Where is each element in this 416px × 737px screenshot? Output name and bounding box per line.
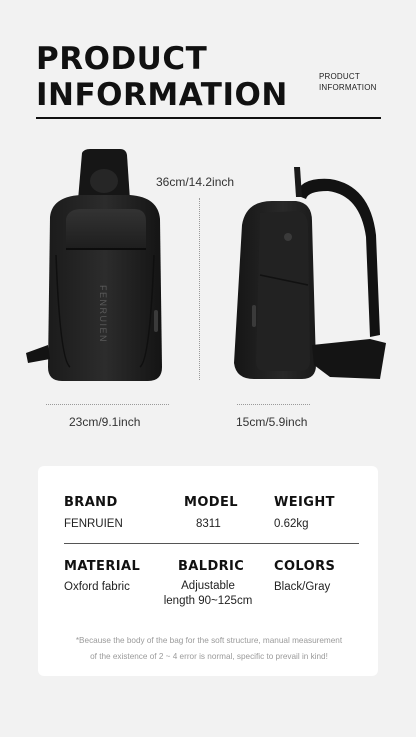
weight-value: 0.62kg [274, 518, 309, 530]
material-label: MATERIAL [64, 559, 141, 574]
weight-label: WEIGHT [274, 495, 335, 510]
svg-text:FENRUIEN: FENRUIEN [98, 285, 108, 343]
header-divider [36, 117, 381, 119]
model-value: 8311 [196, 518, 221, 530]
brand-label: BRAND [64, 495, 118, 510]
colors-value: Black/Gray [274, 581, 331, 593]
baldric-value-line-1: Adjustable [181, 580, 235, 592]
page-subtitle: PRODUCT INFORMATION [319, 72, 377, 94]
title-line-1: PRODUCT [36, 41, 208, 77]
height-dimension-line [199, 198, 200, 380]
width-dimension-line [46, 404, 169, 405]
baldric-label: BALDRIC [178, 559, 245, 574]
measurement-note: *Because the body of the bag for the sof… [56, 633, 362, 666]
colors-label: COLORS [274, 559, 336, 574]
note-line-2: of the existence of 2 ~ 4 error is norma… [90, 652, 328, 662]
depth-dimension-line [237, 404, 310, 405]
note-line-1: *Because the body of the bag for the sof… [75, 636, 343, 645]
bag-front-image: FENRUIEN [26, 149, 162, 381]
subtitle-line-1: PRODUCT [319, 72, 360, 81]
subtitle-line-2: INFORMATION [319, 82, 377, 92]
model-label: MODEL [184, 495, 238, 510]
title-line-2: INFORMATION [36, 76, 288, 113]
height-dimension-label: 36cm/14.2inch [156, 175, 235, 189]
spec-divider [64, 543, 359, 544]
material-value: Oxford fabric [64, 581, 130, 593]
depth-dimension-label: 15cm/5.9inch [236, 415, 308, 429]
page-title: PRODUCT INFORMATION [36, 41, 288, 113]
width-dimension-label: 23cm/9.1inch [69, 415, 141, 429]
spec-card: BRAND FENRUIEN MODEL 8311 WEIGHT 0.62kg … [38, 466, 378, 676]
brand-value: FENRUIEN [64, 518, 123, 530]
bag-side-image [234, 167, 386, 379]
baldric-value: Adjustable length 90~125cm [156, 579, 260, 609]
baldric-value-line-2: length 90~125cm [163, 594, 253, 607]
